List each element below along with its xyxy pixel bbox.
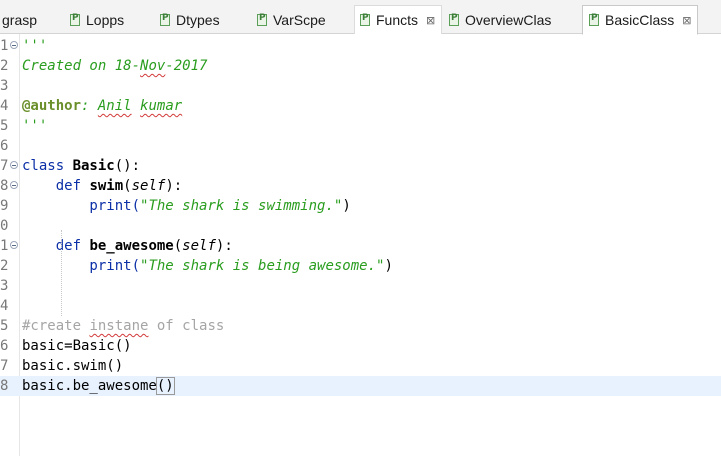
parameter: self — [131, 178, 166, 194]
fold-collapse-icon[interactable] — [10, 161, 18, 169]
indent-guide — [61, 230, 62, 316]
line-number: 0 — [0, 218, 9, 234]
docstring-text: Anil — [97, 98, 132, 114]
builtin-call: print( — [22, 198, 141, 214]
code-line: 5 #create instane of class — [0, 316, 721, 336]
close-icon[interactable]: ⊠ — [682, 14, 691, 27]
fold-collapse-icon[interactable] — [10, 181, 18, 189]
line-number: 8 — [0, 378, 9, 394]
code-line: 4 @author: Anil kumar — [0, 96, 721, 116]
string-literal: "The shark is swimming." — [140, 198, 343, 214]
parameter: self — [182, 238, 216, 254]
line-number: 9 — [0, 198, 9, 214]
tab-varscpe[interactable]: VarScpe — [257, 5, 326, 34]
python-file-icon — [360, 13, 370, 26]
line-number: 7 — [0, 358, 9, 374]
docstring-text — [132, 98, 140, 114]
code-text: (): — [114, 158, 141, 174]
fold-collapse-icon[interactable] — [10, 41, 18, 49]
docstring-text: Nov — [140, 58, 166, 74]
code-line: 4 — [0, 296, 721, 316]
python-file-icon — [257, 13, 267, 26]
tab-dtypes[interactable]: Dtypes — [160, 5, 220, 34]
tab-lopps[interactable]: Lopps — [70, 5, 124, 34]
tab-overviewclas[interactable]: OverviewClas — [444, 5, 551, 34]
python-file-icon — [160, 13, 170, 26]
docstring-delim: ''' — [22, 118, 48, 134]
code-text: basic=Basic() — [22, 338, 132, 354]
tab-label: Dtypes — [176, 11, 220, 28]
tab-label: grasp — [2, 11, 38, 28]
function-name: be_awesome — [89, 238, 174, 254]
line-number: 6 — [0, 338, 9, 354]
code-line: 8 def swim(self): — [0, 176, 721, 196]
line-number: 3 — [0, 278, 9, 294]
comment: #create — [22, 318, 90, 334]
line-number: 2 — [0, 58, 9, 74]
function-name: swim — [89, 178, 124, 194]
tab-label: Lopps — [86, 11, 125, 28]
code-text: ) — [342, 198, 351, 214]
docstring-delim: ''' — [22, 38, 48, 54]
code-text: ( — [123, 178, 132, 194]
code-line: 7 basic.swim() — [0, 356, 721, 376]
code-line-current: 8 basic.be_awesome() — [0, 376, 721, 396]
code-line: 3 — [0, 276, 721, 296]
text-cursor — [173, 377, 175, 393]
comment: instane — [89, 318, 149, 334]
keyword: def — [22, 178, 90, 194]
tab-functs[interactable]: Functs ⊠ — [354, 5, 443, 34]
python-file-icon — [449, 13, 459, 26]
code-line: 2 print("The shark is being awesome.") — [0, 256, 721, 276]
tab-basicclass[interactable]: BasicClass ⊠ — [582, 5, 699, 35]
code-line: 5 ''' — [0, 116, 721, 136]
code-text: ): — [215, 238, 233, 254]
tab-label: OverviewClas — [465, 11, 552, 28]
comment: of class — [148, 318, 225, 334]
fold-collapse-icon[interactable] — [10, 241, 18, 249]
docstring-text: : — [81, 98, 98, 114]
code-line: 1 ''' — [0, 36, 721, 56]
code-line: 3 — [0, 76, 721, 96]
builtin-call: print( — [22, 258, 141, 274]
code-line: 6 basic=Basic() — [0, 336, 721, 356]
tab-label: Functs — [376, 12, 419, 28]
code-line: 0 — [0, 216, 721, 236]
code-text: basic.swim() — [22, 358, 124, 374]
string-literal: "The shark is being awesome." — [140, 258, 385, 274]
docstring-text: kumar — [140, 98, 183, 114]
code-line: 6 — [0, 136, 721, 156]
line-number: 5 — [0, 318, 9, 334]
tab-grasp[interactable]: grasp — [2, 5, 37, 34]
docstring-text: Created on 18- — [22, 58, 141, 74]
code-line: 2 Created on 18-Nov-2017 — [0, 56, 721, 76]
keyword: def — [22, 238, 90, 254]
code-text: ): — [165, 178, 183, 194]
matched-brackets: () — [155, 377, 175, 395]
code-text: basic.be_awesome — [22, 378, 157, 394]
code-line: 9 print("The shark is swimming.") — [0, 196, 721, 216]
tab-label: VarScpe — [273, 11, 326, 28]
tab-label: BasicClass — [605, 12, 675, 28]
keyword: class — [22, 158, 73, 174]
python-file-icon — [70, 13, 80, 26]
line-number: 4 — [0, 298, 9, 314]
docstring-tag: @author — [22, 98, 82, 114]
line-number: 4 — [0, 98, 9, 114]
code-line: 7 class Basic(): — [0, 156, 721, 176]
line-number: 3 — [0, 78, 9, 94]
code-text: ( — [173, 238, 183, 254]
docstring-text: -2017 — [165, 58, 208, 74]
code-line: 1 def be_awesome(self): — [0, 236, 721, 256]
close-icon[interactable]: ⊠ — [426, 14, 435, 27]
line-number: 2 — [0, 258, 9, 274]
python-file-icon — [589, 13, 599, 26]
editor-tab-bar: grasp Lopps Dtypes VarScpe Functs ⊠ Over… — [0, 0, 721, 35]
line-number: 5 — [0, 118, 9, 134]
class-name: Basic — [72, 158, 115, 174]
code-text: ) — [384, 258, 393, 274]
line-number: 6 — [0, 138, 9, 154]
